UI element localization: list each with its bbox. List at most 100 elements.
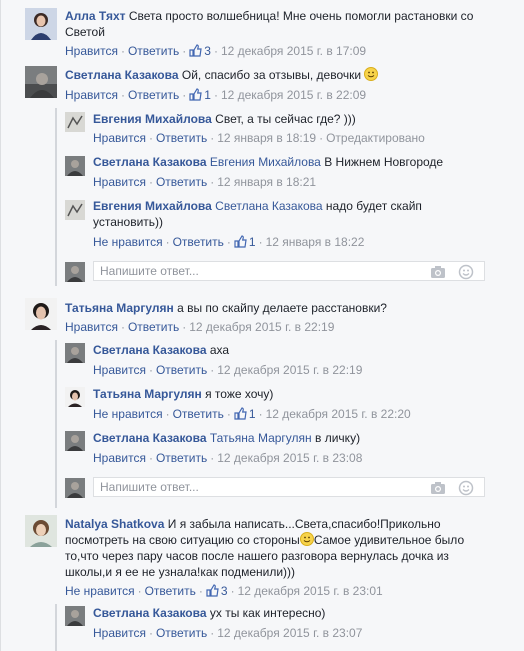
- camera-icon[interactable]: [430, 264, 446, 280]
- reply-actions: Нравится · Ответить · 12 декабря 2015 г. в 2…: [93, 451, 363, 465]
- reply-author[interactable]: Светлана Казакова: [93, 343, 207, 357]
- comment-text: И я забыла написать...Света,спасибо!Прик…: [167, 517, 441, 531]
- reply-link[interactable]: Ответить: [156, 363, 207, 377]
- avatar[interactable]: [65, 343, 85, 363]
- like-link[interactable]: Нравится: [65, 44, 118, 58]
- like-count[interactable]: 1: [189, 88, 211, 102]
- edited-label[interactable]: Отредактировано: [326, 131, 425, 145]
- avatar[interactable]: [65, 156, 85, 176]
- comment-actions: Не нравится · Ответить · 3 · 12 декабря 2015 г…: [65, 584, 383, 598]
- reply-actions: Нравится · Ответить · 12 января в 18:21: [93, 175, 317, 189]
- reply-author[interactable]: Светлана Казакова: [93, 431, 207, 445]
- reply-timestamp[interactable]: 12 декабря 2015 г. в 23:07: [217, 626, 362, 640]
- avatar: [65, 478, 85, 498]
- comment-timestamp[interactable]: 12 декабря 2015 г. в 23:01: [238, 584, 383, 598]
- comment-timestamp[interactable]: 12 декабря 2015 г. в 22:09: [221, 88, 366, 102]
- comment-author[interactable]: Татьяна Маргулян: [65, 301, 174, 315]
- reply-body: Евгения Михайлова Свет, а ты сейчас где?…: [93, 111, 493, 127]
- like-link[interactable]: Нравится: [93, 175, 146, 189]
- comment-actions: Нравится · Ответить · 1 · 12 декабря 2015 г. в…: [65, 88, 367, 102]
- reply-link[interactable]: Ответить: [173, 235, 224, 249]
- like-link[interactable]: Нравится: [93, 626, 146, 640]
- comment-text-cont: Самое удивительное было: [313, 533, 465, 547]
- reply-link[interactable]: Ответить: [173, 407, 224, 421]
- comment-timestamp[interactable]: 12 декабря 2015 г. в 22:19: [189, 320, 334, 334]
- reply-actions: Нравится · Ответить · 12 января в 18:19 · Отре…: [93, 131, 425, 145]
- reply-mention[interactable]: Евгения Михайлова: [210, 155, 321, 169]
- reply-input[interactable]: [94, 262, 414, 280]
- like-link[interactable]: Нравится: [93, 131, 146, 145]
- reply-box: [93, 477, 485, 497]
- reply-input[interactable]: [94, 478, 414, 496]
- like-link[interactable]: Нравится: [93, 363, 146, 377]
- like-count[interactable]: 3: [206, 584, 228, 598]
- reply-timestamp[interactable]: 12 января в 18:21: [217, 175, 316, 189]
- like-link[interactable]: Нравится: [65, 88, 118, 102]
- reply-link[interactable]: Ответить: [128, 320, 179, 334]
- emoji-icon[interactable]: [458, 264, 474, 280]
- avatar[interactable]: [65, 431, 85, 451]
- unlike-link[interactable]: Не нравится: [93, 407, 163, 421]
- reply-text: Свет, а ты сейчас где? ))): [215, 112, 356, 126]
- reply-actions: Нравится · Ответить · 12 декабря 2015 г. в 2…: [93, 363, 363, 377]
- comment-body: Natalya Shatkova И я забыла написать...С…: [65, 516, 505, 580]
- reply-link[interactable]: Ответить: [128, 88, 179, 102]
- reply-timestamp[interactable]: 12 декабря 2015 г. в 22:20: [266, 407, 411, 421]
- unlike-link[interactable]: Не нравится: [93, 235, 163, 249]
- reply-timestamp[interactable]: 12 января в 18:22: [266, 235, 365, 249]
- reply-link[interactable]: Ответить: [128, 44, 179, 58]
- thread-line: [55, 340, 57, 508]
- thumbs-up-icon: [234, 407, 247, 420]
- avatar[interactable]: [65, 606, 85, 626]
- reply-timestamp[interactable]: 12 декабря 2015 г. в 23:08: [217, 451, 362, 465]
- avatar[interactable]: [25, 515, 57, 547]
- avatar[interactable]: [65, 387, 85, 407]
- avatar: [65, 262, 85, 282]
- reply-timestamp[interactable]: 12 декабря 2015 г. в 22:19: [217, 363, 362, 377]
- comment-author[interactable]: Natalya Shatkova: [65, 517, 164, 531]
- emoji-icon[interactable]: [458, 480, 474, 496]
- avatar[interactable]: [65, 112, 85, 132]
- reply-mention[interactable]: Татьяна Маргулян: [210, 431, 312, 445]
- reply-actions: Не нравится · Ответить · 1 · 12 декабря 2015 г…: [93, 407, 411, 421]
- camera-icon[interactable]: [430, 480, 446, 496]
- comment-author[interactable]: Светлана Казакова: [65, 68, 179, 82]
- comment-text-cont: Светой: [65, 25, 105, 39]
- reply-link[interactable]: Ответить: [156, 131, 207, 145]
- comment-text: Ой, спасибо за отзывы, девочки: [181, 68, 362, 82]
- like-link[interactable]: Нравится: [93, 451, 146, 465]
- reply-text: ух ты как интересно): [209, 606, 326, 620]
- like-count[interactable]: 3: [189, 44, 211, 58]
- unlike-link[interactable]: Не нравится: [65, 584, 135, 598]
- reply-body: Светлана Казакова ух ты как интересно): [93, 605, 493, 621]
- reply-mention[interactable]: Светлана Казакова: [215, 199, 322, 213]
- avatar[interactable]: [25, 8, 57, 40]
- thumbs-up-icon: [189, 44, 202, 57]
- reply-link[interactable]: Ответить: [156, 626, 207, 640]
- comment-timestamp[interactable]: 12 декабря 2015 г. в 17:09: [221, 44, 366, 58]
- avatar[interactable]: [25, 66, 57, 98]
- reply-author[interactable]: Светлана Казакова: [93, 155, 207, 169]
- reply-body: Светлана Казакова Евгения Михайлова В Ни…: [93, 154, 493, 170]
- comment-body: Татьяна Маргулян а вы по скайпу делаете …: [65, 300, 505, 316]
- comment-author[interactable]: Алла Тяхт: [65, 9, 126, 23]
- like-count[interactable]: 1: [234, 235, 256, 249]
- reply-link[interactable]: Ответить: [156, 175, 207, 189]
- reply-body: Светлана Казакова Татьяна Маргулян в лич…: [93, 430, 493, 446]
- reply-link[interactable]: Ответить: [145, 584, 196, 598]
- reply-link[interactable]: Ответить: [156, 451, 207, 465]
- reply-author[interactable]: Светлана Казакова: [93, 606, 207, 620]
- reply-author[interactable]: Татьяна Маргулян: [93, 387, 202, 401]
- reply-text-cont: установить)): [93, 215, 164, 229]
- avatar[interactable]: [25, 298, 57, 330]
- comment-text-cont: посмотреть на свою ситуацию со стороны: [65, 533, 300, 547]
- reply-author[interactable]: Евгения Михайлова: [93, 112, 212, 126]
- avatar[interactable]: [65, 200, 85, 220]
- like-count[interactable]: 1: [234, 407, 256, 421]
- thumbs-up-icon: [206, 584, 219, 597]
- reply-timestamp[interactable]: 12 января в 18:19: [217, 131, 316, 145]
- comment-text: а вы по скайпу делаете расстановки?: [177, 301, 387, 315]
- like-link[interactable]: Нравится: [65, 320, 118, 334]
- reply-author[interactable]: Евгения Михайлова: [93, 199, 212, 213]
- reply-body: Светлана Казакова аха: [93, 342, 493, 358]
